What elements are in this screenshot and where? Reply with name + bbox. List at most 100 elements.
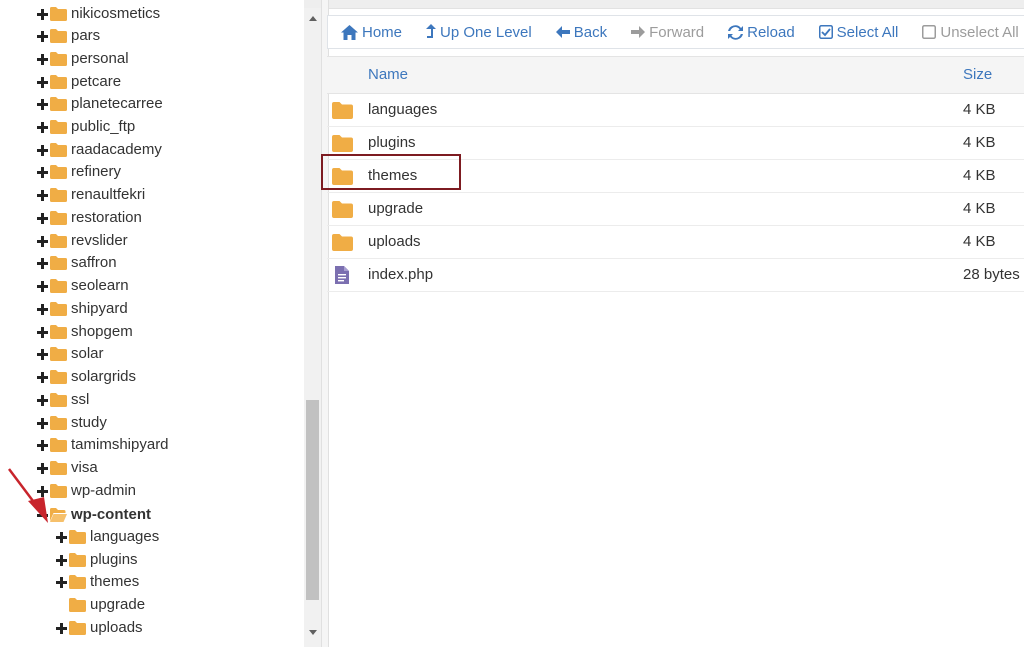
column-header-name[interactable]: Name <box>368 57 408 93</box>
file-size: 4 KB <box>963 200 996 217</box>
tree-item-study[interactable]: study <box>36 412 107 434</box>
tree-item-solar[interactable]: solar <box>36 343 104 365</box>
reload-button[interactable]: Reload <box>728 24 795 41</box>
folder-icon <box>50 97 67 111</box>
up-one-level-button[interactable]: Up One Level <box>426 24 532 41</box>
folder-icon <box>332 102 353 119</box>
plus-icon[interactable] <box>36 412 49 434</box>
tree-item-restoration[interactable]: restoration <box>36 207 142 229</box>
plus-icon[interactable] <box>36 298 49 320</box>
table-header: Name Size <box>327 57 1024 94</box>
folder-icon <box>50 75 67 89</box>
plus-icon[interactable] <box>36 230 49 252</box>
tree-item-plugins[interactable]: plugins <box>55 549 138 571</box>
tree-item-upgrade[interactable]: upgrade <box>55 594 145 616</box>
plus-icon[interactable] <box>36 343 49 365</box>
tree-item-raadacademy[interactable]: raadacademy <box>36 139 162 161</box>
file-size: 4 KB <box>963 233 996 250</box>
back-button[interactable]: Back <box>555 24 607 41</box>
plus-icon[interactable] <box>36 71 49 93</box>
folder-icon <box>332 135 353 152</box>
table-row[interactable]: languages 4 KB <box>327 94 1024 127</box>
plus-icon[interactable] <box>36 139 49 161</box>
plus-icon[interactable] <box>36 161 49 183</box>
column-header-size[interactable]: Size <box>963 57 992 93</box>
tree-item-revslider[interactable]: revslider <box>36 230 128 252</box>
arrow-right-icon <box>631 26 646 38</box>
tree-item-label: shipyard <box>71 300 128 317</box>
tree-item-label: petcare <box>71 73 122 90</box>
folder-icon <box>50 234 67 248</box>
tree-item-personal[interactable]: personal <box>36 48 129 70</box>
tree-item-label: languages <box>90 528 160 545</box>
folder-icon <box>50 188 67 202</box>
plus-icon[interactable] <box>55 571 68 593</box>
tree-scrollbar[interactable] <box>304 8 321 647</box>
tree-item-shopgem[interactable]: shopgem <box>36 321 133 343</box>
tree-item-label: renaultfekri <box>71 186 146 203</box>
plus-icon[interactable] <box>36 116 49 138</box>
plus-icon[interactable] <box>55 549 68 571</box>
forward-button[interactable]: Forward <box>631 24 704 41</box>
folder-icon <box>50 143 67 157</box>
tree-item-seolearn[interactable]: seolearn <box>36 275 129 297</box>
file-name: languages <box>368 101 438 118</box>
scrollbar-thumb[interactable] <box>306 400 319 600</box>
unselect-all-label: Unselect All <box>940 23 1019 41</box>
plus-icon[interactable] <box>36 389 49 411</box>
plus-icon[interactable] <box>36 93 49 115</box>
folder-icon <box>69 530 86 544</box>
tree-item-nikicosmetics[interactable]: nikicosmetics <box>36 3 160 25</box>
plus-icon[interactable] <box>36 25 49 47</box>
arrow-left-icon <box>555 26 570 38</box>
unselect-all-button[interactable]: Unselect All <box>922 23 1019 41</box>
select-all-button[interactable]: Select All <box>818 24 898 41</box>
plus-icon[interactable] <box>55 526 68 548</box>
tree-item-themes[interactable]: themes <box>55 571 139 593</box>
tree-item-renaultfekri[interactable]: renaultfekri <box>36 184 145 206</box>
file-size: 4 KB <box>963 134 996 151</box>
table-row[interactable]: index.php 28 bytes <box>327 259 1024 292</box>
table-row[interactable]: uploads 4 KB <box>327 226 1024 259</box>
folder-icon <box>69 575 86 589</box>
plus-icon[interactable] <box>36 207 49 229</box>
tree-item-saffron[interactable]: saffron <box>36 252 117 274</box>
tree-item-uploads[interactable]: uploads <box>55 617 143 639</box>
tree-item-tamimshipyard[interactable]: tamimshipyard <box>36 434 169 456</box>
folder-icon <box>332 234 353 251</box>
file-size: 4 KB <box>963 167 996 184</box>
level-up-icon <box>426 24 437 38</box>
tree-item-pars[interactable]: pars <box>36 25 100 47</box>
plus-icon[interactable] <box>36 184 49 206</box>
tree-item-petcare[interactable]: petcare <box>36 71 121 93</box>
plus-icon[interactable] <box>36 434 49 456</box>
plus-icon[interactable] <box>36 275 49 297</box>
table-row[interactable]: upgrade 4 KB <box>327 193 1024 226</box>
tree-item-languages[interactable]: languages <box>55 526 159 548</box>
scroll-up-icon[interactable] <box>309 16 317 21</box>
folder-icon <box>50 165 67 179</box>
folder-icon <box>50 438 67 452</box>
tree-item-refinery[interactable]: refinery <box>36 161 121 183</box>
plus-icon[interactable] <box>36 3 49 25</box>
tree-item-solargrids[interactable]: solargrids <box>36 366 136 388</box>
directory-tree: nikicosmetics pars personal petcare plan… <box>0 0 304 647</box>
plus-icon[interactable] <box>36 321 49 343</box>
checkbox-empty-icon <box>922 25 937 39</box>
tree-item-planetecarree[interactable]: planetecarree <box>36 93 163 115</box>
folder-icon <box>69 598 86 612</box>
tree-item-shipyard[interactable]: shipyard <box>36 298 128 320</box>
plus-icon[interactable] <box>36 366 49 388</box>
plus-icon[interactable] <box>36 252 49 274</box>
tree-item-ssl[interactable]: ssl <box>36 389 89 411</box>
plus-icon[interactable] <box>55 617 68 639</box>
tree-item-wp-content[interactable]: wp-content <box>36 504 151 526</box>
folder-icon <box>50 416 67 430</box>
highlight-box <box>321 154 461 190</box>
tree-item-public-ftp[interactable]: public_ftp <box>36 116 135 138</box>
tree-item-label: raadacademy <box>71 141 162 158</box>
tree-item-label: upgrade <box>90 596 146 613</box>
plus-icon[interactable] <box>36 48 49 70</box>
home-button[interactable]: Home <box>341 24 402 41</box>
scroll-down-icon[interactable] <box>309 630 317 635</box>
